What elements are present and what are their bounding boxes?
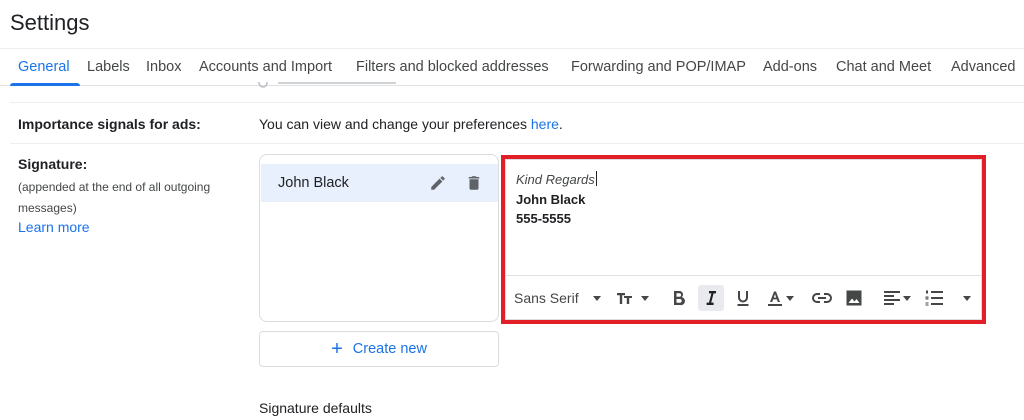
importance-signals-text: You can view and change your preferences… xyxy=(259,116,563,132)
bold-icon[interactable] xyxy=(666,285,692,311)
tab-add-ons[interactable]: Add-ons xyxy=(763,59,817,75)
signature-line-name: John Black xyxy=(516,191,586,207)
italic-icon[interactable] xyxy=(698,285,724,311)
tab-advanced[interactable]: Advanced xyxy=(951,59,1016,75)
chevron-down-icon xyxy=(592,295,601,301)
numbered-list-icon[interactable] xyxy=(920,285,948,311)
link-icon[interactable] xyxy=(808,285,836,311)
active-tab-indicator xyxy=(10,83,80,86)
tab-chat-and-meet[interactable]: Chat and Meet xyxy=(836,59,931,75)
underline-icon[interactable] xyxy=(730,285,756,311)
text-cursor xyxy=(595,171,597,186)
tab-general[interactable]: General xyxy=(18,59,70,75)
scrolled-off-row-fragment xyxy=(258,78,418,95)
tab-inbox[interactable]: Inbox xyxy=(146,59,181,75)
text-color-icon[interactable] xyxy=(762,285,798,311)
signature-note: (appended at the end of all outgoing mes… xyxy=(18,180,211,215)
signature-line-phone: 555-5555 xyxy=(516,211,571,226)
signature-list-item[interactable]: John Black xyxy=(261,164,498,202)
importance-preferences-link[interactable]: here xyxy=(531,116,559,132)
font-family-dropdown[interactable]: Sans Serif xyxy=(510,285,606,311)
signature-editor[interactable]: Kind Regards John Black 555-5555 Sans Se… xyxy=(505,159,982,320)
settings-tabs: General Labels Inbox Accounts and Import… xyxy=(0,48,1024,86)
text-size-icon[interactable] xyxy=(612,285,652,311)
chevron-down-icon xyxy=(902,295,911,301)
signature-editor-highlight: Kind Regards John Black 555-5555 Sans Se… xyxy=(501,155,986,324)
font-family-value: Sans Serif xyxy=(514,290,579,306)
importance-signals-description: You can view and change your preferences xyxy=(259,116,531,132)
importance-signals-label: Importance signals for ads: xyxy=(18,116,201,132)
formatting-toolbar: Sans Serif xyxy=(506,275,981,320)
importance-period: . xyxy=(558,116,563,132)
align-icon[interactable] xyxy=(878,285,916,311)
signature-line-regards: Kind Regards xyxy=(516,172,595,187)
learn-more-link[interactable]: Learn more xyxy=(18,219,90,235)
chevron-down-icon xyxy=(963,295,971,301)
tab-forwarding-and-pop-imap[interactable]: Forwarding and POP/IMAP xyxy=(571,59,746,75)
signature-list-panel: John Black xyxy=(259,154,499,322)
image-icon[interactable] xyxy=(840,285,868,311)
tab-accounts-and-import[interactable]: Accounts and Import xyxy=(199,59,332,75)
pencil-icon[interactable] xyxy=(429,174,447,192)
tab-filters-and-blocked-addresses[interactable]: Filters and blocked addresses xyxy=(356,59,549,75)
signature-editor-body[interactable]: Kind Regards John Black 555-5555 xyxy=(516,170,597,229)
divider xyxy=(10,102,1024,103)
chevron-down-icon xyxy=(785,295,794,301)
page-title: Settings xyxy=(10,10,90,35)
create-new-signature-button[interactable]: + Create new xyxy=(259,331,499,367)
create-new-label: Create new xyxy=(352,341,427,357)
signature-label: Signature: xyxy=(18,156,88,172)
tab-labels[interactable]: Labels xyxy=(87,59,130,75)
more-formatting-icon[interactable] xyxy=(958,285,976,311)
chevron-down-icon xyxy=(640,295,649,301)
signature-defaults-heading: Signature defaults xyxy=(259,400,372,416)
divider xyxy=(10,143,1024,144)
plus-icon: + xyxy=(331,338,343,360)
trash-icon[interactable] xyxy=(465,174,483,192)
signature-item-name: John Black xyxy=(278,175,349,191)
